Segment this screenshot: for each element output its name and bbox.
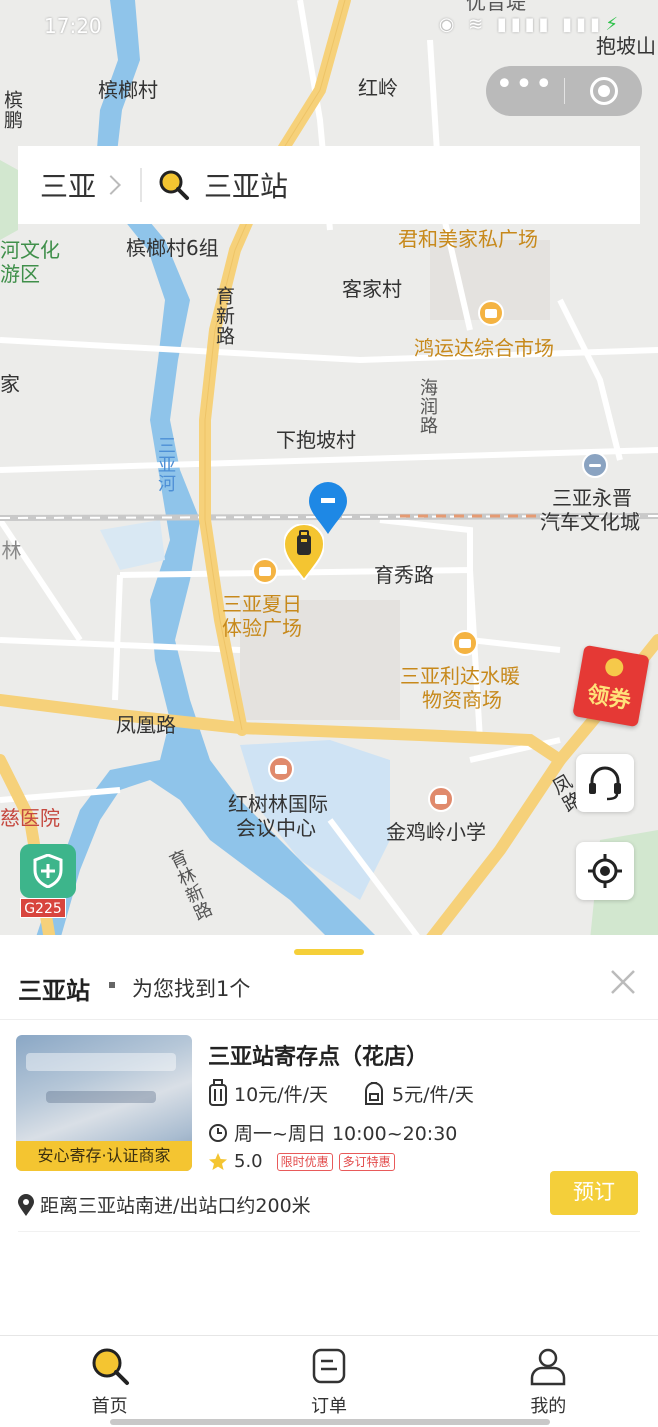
map-label: 槟鹏 bbox=[1, 90, 23, 130]
luggage-pin-icon[interactable] bbox=[284, 524, 324, 580]
profile-icon bbox=[531, 1348, 566, 1386]
map-label: 汽车文化城 bbox=[540, 510, 640, 534]
coupon-button[interactable]: 领券 bbox=[572, 644, 650, 728]
miniprogram-capsule: ••• bbox=[486, 66, 642, 116]
distance-text: 距离三亚站南进/出站口约200米 bbox=[40, 1195, 311, 1217]
locate-icon bbox=[588, 854, 622, 888]
map-label: 红岭 bbox=[358, 76, 398, 100]
sheet-drag-handle[interactable] bbox=[294, 949, 364, 955]
map-label: 育新路 bbox=[213, 286, 235, 346]
map-label: 客家村 bbox=[342, 277, 402, 301]
locate-button[interactable] bbox=[576, 842, 634, 900]
book-button[interactable]: 预订 bbox=[550, 1171, 638, 1215]
search-icon bbox=[92, 1348, 129, 1385]
map-label: 林 bbox=[0, 540, 22, 561]
city-selector[interactable]: 三亚 bbox=[40, 165, 96, 205]
price-small: 5元/件/天 bbox=[391, 1083, 474, 1106]
separator-dot bbox=[109, 982, 115, 988]
backpack-icon bbox=[364, 1082, 383, 1105]
price-row: 10元/件/天 5元/件/天 bbox=[208, 1079, 474, 1107]
map-label: 君和美家私广场 bbox=[398, 227, 538, 251]
customer-service-button[interactable] bbox=[576, 754, 634, 812]
order-icon bbox=[312, 1348, 346, 1384]
map-label: 慈医院 bbox=[0, 806, 60, 830]
tab-label: 首页 bbox=[91, 1396, 128, 1417]
map-label: 家 bbox=[0, 372, 20, 396]
poi-marker[interactable] bbox=[452, 630, 478, 656]
store-name: 三亚站寄存点（花店） bbox=[208, 1045, 429, 1070]
tools-icon[interactable] bbox=[582, 452, 608, 478]
map-label: 会议中心 bbox=[236, 816, 316, 840]
road-sign: G225 bbox=[20, 898, 66, 918]
divider bbox=[18, 1231, 640, 1232]
suitcase-icon bbox=[209, 1079, 227, 1106]
map-label: 游区 bbox=[0, 262, 40, 286]
rating-row: 5.0 限时优惠 多订特惠 bbox=[208, 1151, 395, 1172]
more-icon[interactable]: ••• bbox=[486, 70, 564, 100]
tab-profile[interactable]: 我的 bbox=[439, 1336, 658, 1427]
map-label: 三亚永晋 bbox=[552, 486, 632, 510]
status-bar: 17:20 ◉ ≋ ▮▮▮▮ ▮▮▮ ⚡ bbox=[0, 0, 658, 50]
map-label: 红树林国际 bbox=[228, 792, 328, 816]
store-photo: 安心寄存·认证商家 bbox=[16, 1035, 192, 1171]
map-label: 三亚利达水暖 bbox=[400, 664, 520, 688]
map-label: 金鸡岭小学 bbox=[386, 820, 486, 844]
search-icon bbox=[159, 170, 190, 200]
results-sheet: 三亚站 为您找到1个 安心寄存·认证商家 三亚站寄存点（花店） 10元/件/天 bbox=[0, 935, 658, 1335]
close-icon[interactable] bbox=[608, 967, 638, 997]
search-bar: 三亚 三亚站 bbox=[18, 146, 640, 224]
tab-orders[interactable]: 订单 bbox=[219, 1336, 438, 1427]
map-label: 体验广场 bbox=[222, 616, 302, 640]
map-label: 三亚夏日 bbox=[222, 592, 302, 616]
hours-row: 周一~周日 10:00~20:30 bbox=[208, 1119, 457, 1146]
promo-tag: 多订特惠 bbox=[338, 1152, 395, 1171]
price-large: 10元/件/天 bbox=[234, 1083, 328, 1106]
target-icon bbox=[589, 77, 618, 105]
headset-icon bbox=[589, 766, 621, 801]
tab-bar: 首页 订单 我的 bbox=[0, 1335, 658, 1427]
results-count: 为您找到1个 bbox=[132, 977, 251, 1001]
tab-home[interactable]: 首页 bbox=[0, 1336, 219, 1427]
status-time: 17:20 bbox=[44, 14, 102, 38]
tab-label: 我的 bbox=[530, 1396, 567, 1417]
distance-row: 距离三亚站南进/出站口约200米 bbox=[18, 1191, 311, 1218]
results-station: 三亚站 bbox=[18, 977, 90, 1005]
shield-icon[interactable] bbox=[20, 844, 76, 898]
results-header: 三亚站 为您找到1个 bbox=[0, 965, 658, 1021]
map-label: 槟榔村6组 bbox=[126, 236, 219, 260]
map-view[interactable]: 槟榔村 红岭 抱坡山 优音堤 槟鹏 河文化 游区 槟榔村6组 君和美家私广场 客… bbox=[0, 0, 658, 940]
map-label: 育秀路 bbox=[374, 563, 434, 587]
map-label: 槟榔村 bbox=[98, 78, 158, 102]
status-icons: ◉ ≋ ▮▮▮▮ ▮▮▮ bbox=[438, 14, 604, 35]
star-icon bbox=[209, 1152, 227, 1170]
chevron-right-icon bbox=[101, 175, 121, 195]
map-label: 下抱坡村 bbox=[276, 428, 356, 452]
map-pin-icon bbox=[18, 1193, 34, 1216]
map-label: 海润路 bbox=[417, 378, 438, 435]
opening-hours: 周一~周日 10:00~20:30 bbox=[234, 1123, 458, 1145]
map-label: 凤凰路 bbox=[116, 713, 176, 737]
map-label: 河文化 bbox=[0, 238, 60, 262]
promo-tag: 限时优惠 bbox=[276, 1152, 333, 1171]
poi-marker[interactable] bbox=[268, 756, 294, 782]
map-label: 鸿运达综合市场 bbox=[414, 336, 554, 360]
battery-icon: ⚡ bbox=[605, 14, 618, 35]
clock-icon bbox=[209, 1123, 227, 1142]
poi-marker[interactable] bbox=[478, 300, 504, 326]
rating-value: 5.0 bbox=[234, 1151, 263, 1172]
map-label: 物资商场 bbox=[422, 688, 502, 712]
home-indicator bbox=[110, 1419, 550, 1425]
poi-marker[interactable] bbox=[428, 786, 454, 812]
search-input[interactable]: 三亚站 bbox=[204, 165, 288, 205]
store-card[interactable]: 安心寄存·认证商家 三亚站寄存点（花店） 10元/件/天 5元/件/天 周一~周… bbox=[0, 1035, 658, 1235]
tab-label: 订单 bbox=[310, 1396, 347, 1417]
poi-marker[interactable] bbox=[252, 558, 278, 584]
divider bbox=[0, 1019, 658, 1020]
close-miniprogram-button[interactable] bbox=[565, 77, 642, 105]
divider bbox=[140, 168, 143, 202]
map-label: 三亚河 bbox=[155, 436, 176, 493]
certified-badge: 安心寄存·认证商家 bbox=[16, 1141, 192, 1171]
